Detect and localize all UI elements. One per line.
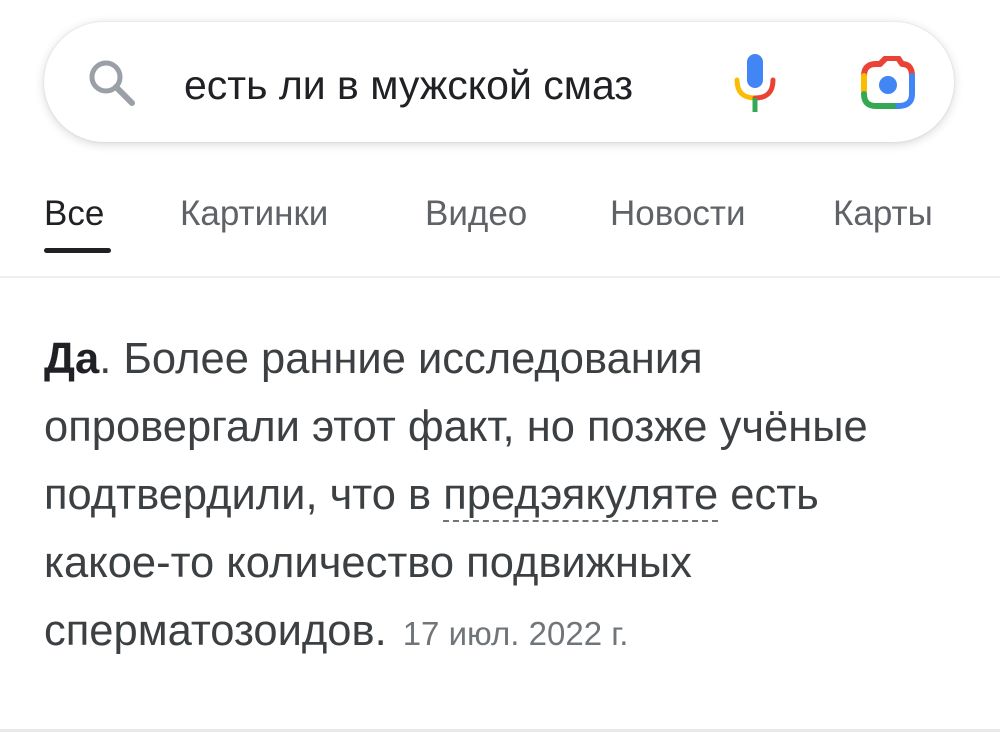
- search-tabs: Все Картинки Видео Новости Карты: [0, 180, 1000, 276]
- search-icon[interactable]: [84, 55, 140, 111]
- tab-all[interactable]: Все: [44, 192, 104, 236]
- tab-video[interactable]: Видео: [425, 192, 527, 236]
- search-input[interactable]: есть ли в мужской смаз: [184, 57, 633, 113]
- tab-images[interactable]: Картинки: [180, 192, 328, 236]
- google-lens-camera-icon[interactable]: [858, 56, 918, 112]
- term-definition-link[interactable]: предэякуляте: [443, 471, 719, 522]
- snippet-date: 17 июл. 2022 г.: [402, 615, 629, 652]
- tab-news[interactable]: Новости: [610, 192, 746, 236]
- divider: [0, 276, 1000, 278]
- microphone-icon[interactable]: [731, 52, 779, 116]
- active-tab-indicator: [44, 248, 111, 253]
- answer-highlight: Да: [44, 335, 100, 383]
- tab-maps[interactable]: Карты: [833, 192, 933, 236]
- search-results-page: есть ли в мужской смаз Все Картинки Виде…: [0, 0, 1000, 732]
- featured-snippet: Да. Более ранние исследования опровергал…: [44, 325, 944, 668]
